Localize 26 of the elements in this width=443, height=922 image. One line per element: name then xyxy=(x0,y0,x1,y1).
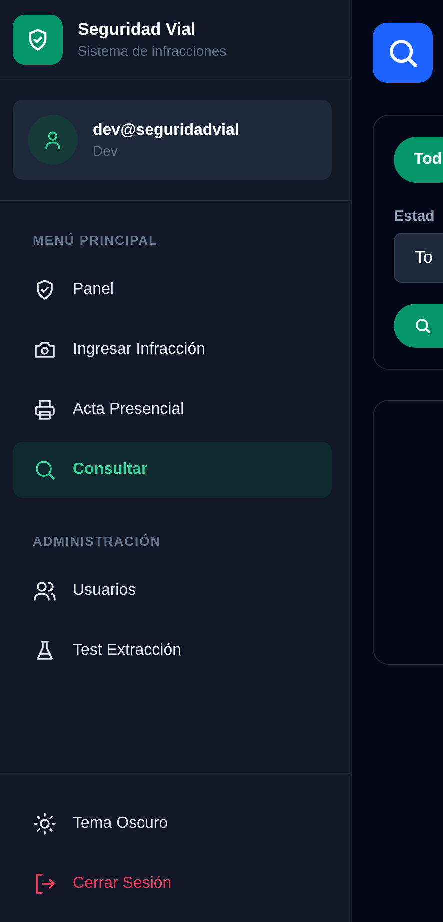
avatar-icon xyxy=(28,115,78,165)
user-email: dev@seguridadvial xyxy=(93,122,240,140)
status-select[interactable]: To xyxy=(394,233,443,283)
nav-item[interactable]: Consultar xyxy=(13,442,332,498)
search-icon xyxy=(33,458,57,482)
section-heading: ADMINISTRACIÓN xyxy=(32,533,162,551)
user-role: Dev xyxy=(93,142,119,158)
nav-item[interactable]: Panel xyxy=(13,262,332,318)
theme-toggle[interactable]: Tema Oscuro xyxy=(13,796,332,852)
printer-icon xyxy=(33,398,57,422)
nav-item[interactable]: Usuarios xyxy=(13,563,332,619)
logout-icon xyxy=(33,872,57,896)
nav-item[interactable]: Ingresar Infracción xyxy=(13,322,332,378)
nav-item[interactable]: Test Extracción xyxy=(13,623,332,679)
logout-button[interactable]: Cerrar Sesión xyxy=(13,856,332,912)
search-icon xyxy=(414,317,432,335)
app-subtitle: Sistema de infracciones xyxy=(78,43,227,59)
app-title: Seguridad Vial xyxy=(78,20,197,40)
section-heading: MENÚ PRINCIPAL xyxy=(32,232,159,250)
users-icon xyxy=(33,579,57,603)
status-label: Estad xyxy=(394,208,435,225)
search-icon xyxy=(373,23,433,83)
shield-logo-icon xyxy=(13,14,63,64)
filter-tab[interactable]: Tod xyxy=(394,137,443,183)
sun-icon xyxy=(33,812,57,836)
nav-item[interactable]: Acta Presencial xyxy=(13,382,332,438)
